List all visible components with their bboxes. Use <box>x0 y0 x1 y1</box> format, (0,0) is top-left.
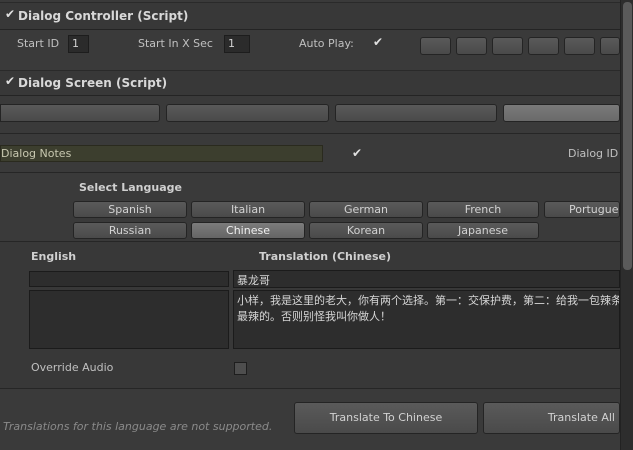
controller-button-3[interactable] <box>492 37 523 55</box>
dialog-screen-title: Dialog Screen (Script) <box>18 76 168 90</box>
language-button-korean[interactable]: Korean <box>309 222 423 239</box>
screen-tab-button-2[interactable] <box>166 104 329 122</box>
controller-button-2[interactable] <box>456 37 487 55</box>
screen-tab-button-3[interactable] <box>335 104 497 122</box>
dialog-notes-field[interactable]: Dialog Notes <box>0 145 323 162</box>
controller-button-5[interactable] <box>564 37 595 55</box>
language-button-russian[interactable]: Russian <box>73 222 187 239</box>
language-button-portuguese[interactable]: Portuguese <box>544 201 620 218</box>
language-button-chinese[interactable]: Chinese <box>191 222 305 239</box>
controller-button-6[interactable] <box>600 37 620 55</box>
english-name-field[interactable] <box>29 271 229 287</box>
translation-label: Translation (Chinese) <box>259 250 391 263</box>
translated-name-field[interactable]: 暴龙哥 <box>233 270 620 288</box>
dialog-controller-title: Dialog Controller (Script) <box>18 9 189 23</box>
unsupported-translation-note: Translations for this language are not s… <box>3 420 273 433</box>
divider <box>0 388 620 389</box>
override-audio-label: Override Audio <box>31 361 114 374</box>
start-in-x-sec-field[interactable]: 1 <box>224 35 250 53</box>
auto-play-checkbox[interactable]: ✔ <box>373 35 383 49</box>
language-button-japanese[interactable]: Japanese <box>427 222 539 239</box>
dialog-controller-header[interactable]: ✔ Dialog Controller (Script) <box>0 2 620 30</box>
auto-play-label: Auto Play: <box>299 37 354 50</box>
dialog-screen-enabled-checkbox[interactable]: ✔ <box>5 74 15 88</box>
english-label: English <box>31 250 77 263</box>
controller-button-1[interactable] <box>420 37 451 55</box>
vertical-scrollbar[interactable] <box>620 0 633 450</box>
translated-text-line-1: 小样，我是这里的老大，你有两个选择。第一：交保护费，第二：给我一包辣条，要 <box>237 294 620 307</box>
controller-button-4[interactable] <box>528 37 559 55</box>
language-button-italian[interactable]: Italian <box>191 201 305 218</box>
dialog-id-label: Dialog ID <box>568 147 619 160</box>
notes-checkbox[interactable]: ✔ <box>352 146 362 160</box>
start-id-label: Start ID <box>17 37 60 50</box>
screen-tab-button-4[interactable] <box>503 104 620 122</box>
dialog-controller-enabled-checkbox[interactable]: ✔ <box>5 7 15 21</box>
language-button-french[interactable]: French <box>427 201 539 218</box>
start-in-x-sec-label: Start In X Sec <box>138 37 213 50</box>
divider <box>0 172 620 173</box>
select-language-label: Select Language <box>79 181 182 194</box>
divider <box>0 133 620 134</box>
language-button-german[interactable]: German <box>309 201 423 218</box>
translated-text-area[interactable]: 小样，我是这里的老大，你有两个选择。第一：交保护费，第二：给我一包辣条，要 最辣… <box>233 290 620 349</box>
override-audio-checkbox[interactable] <box>234 362 247 375</box>
screen-tab-button-1[interactable] <box>0 104 160 122</box>
translated-text-line-2: 最辣的。否则别怪我叫你做人！ <box>237 310 391 323</box>
scrollbar-thumb[interactable] <box>623 2 632 270</box>
translate-all-button[interactable]: Translate All <box>483 402 620 434</box>
start-id-field[interactable]: 1 <box>68 35 89 53</box>
dialog-screen-header[interactable]: ✔ Dialog Screen (Script) <box>0 70 620 96</box>
language-button-spanish[interactable]: Spanish <box>73 201 187 218</box>
dialog-notes-text: Dialog Notes <box>1 147 72 160</box>
translate-to-chinese-button[interactable]: Translate To Chinese <box>294 402 478 434</box>
english-text-area[interactable] <box>29 290 229 349</box>
